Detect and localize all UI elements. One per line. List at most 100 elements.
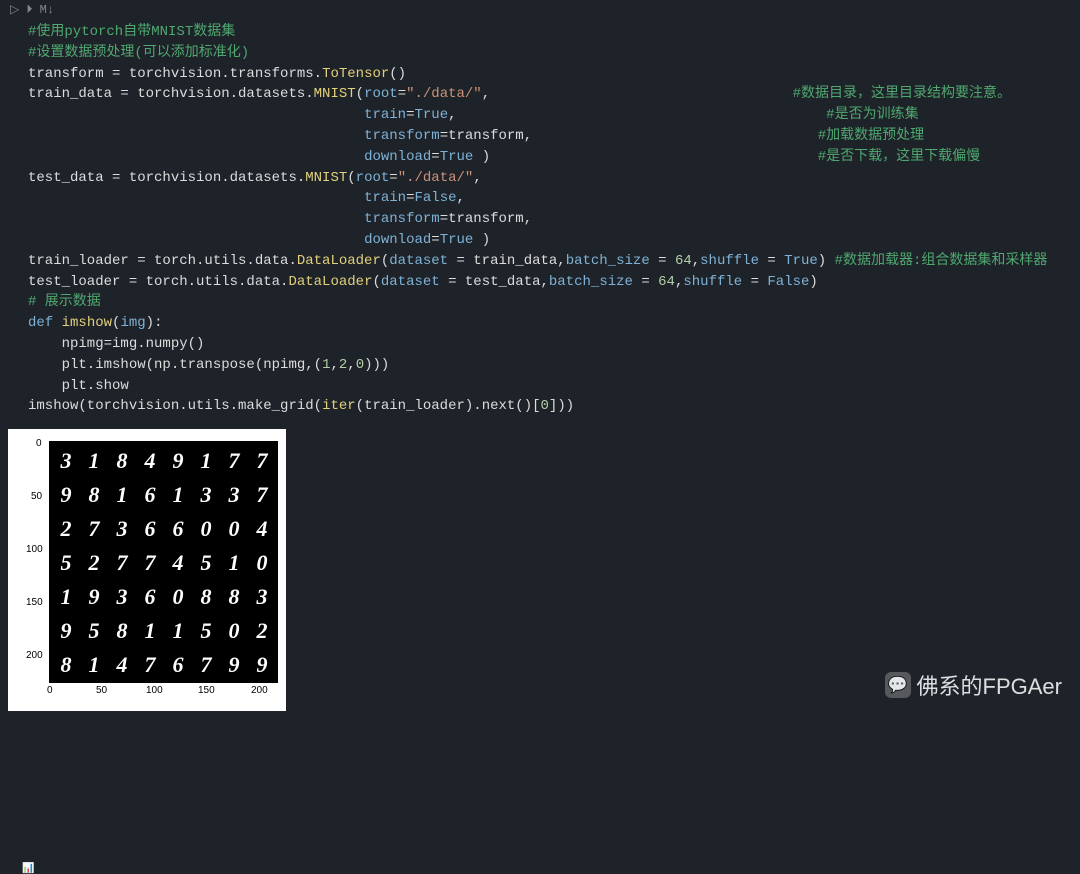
comment: #设置数据预处理(可以添加标准化)	[28, 45, 249, 61]
paren: ]))	[549, 398, 574, 414]
code-line: plt.imshow(np.transpose(npimg,(	[28, 357, 322, 373]
comment: #数据目录，这里目录结构要注意。	[793, 86, 1011, 102]
sp	[53, 315, 61, 331]
mnist-digit: 2	[80, 546, 108, 580]
paren: )	[473, 149, 490, 165]
ytick: 200	[26, 650, 43, 661]
kw: def	[28, 315, 53, 331]
mnist-digit: 7	[80, 512, 108, 546]
mnist-digit: 5	[192, 614, 220, 648]
pad	[28, 107, 364, 123]
kw: download	[364, 232, 431, 248]
paren: (	[372, 274, 380, 290]
comma: ,	[457, 190, 465, 206]
mnist-digit: 3	[248, 580, 276, 614]
mnist-digit: 0	[192, 512, 220, 546]
paren: )	[473, 232, 490, 248]
num: 64	[658, 274, 675, 290]
xtick: 0	[47, 685, 53, 696]
string: "./data/"	[406, 86, 482, 102]
kw: shuffle	[683, 274, 742, 290]
paren: ):	[146, 315, 163, 331]
kw: train	[364, 190, 406, 206]
mnist-digit: 2	[248, 614, 276, 648]
watermark: 💬 佛系的FPGAer	[885, 669, 1062, 701]
mnist-digit: 0	[164, 580, 192, 614]
comment: #是否下载，这里下载偏慢	[818, 149, 980, 165]
eq: =	[431, 149, 439, 165]
mnist-digit: 1	[164, 478, 192, 512]
mnist-digit: 3	[220, 478, 248, 512]
eq: = train_data,	[448, 253, 566, 269]
mnist-digit: 1	[164, 614, 192, 648]
xtick: 50	[96, 685, 107, 696]
paren: (	[347, 170, 355, 186]
cell-toolbar[interactable]: ▷ ⏵ M↓	[10, 2, 54, 17]
comma: ,	[473, 170, 481, 186]
mnist-digit: 8	[192, 580, 220, 614]
mnist-digit: 1	[192, 444, 220, 478]
kw: batch_size	[566, 253, 650, 269]
mnist-digit: 4	[164, 546, 192, 580]
chart-icon: 📊	[22, 863, 34, 874]
mnist-digit: 4	[108, 648, 136, 682]
comma: ,	[448, 107, 456, 123]
eq: =transform,	[440, 211, 532, 227]
bool: True	[440, 232, 474, 248]
code-line: train_loader = torch.utils.data.	[28, 253, 297, 269]
code-editor[interactable]: #使用pytorch自带MNIST数据集 #设置数据预处理(可以添加标准化) t…	[0, 0, 1080, 423]
fn: iter	[322, 398, 356, 414]
eq: =	[759, 253, 784, 269]
mnist-digit: 8	[220, 580, 248, 614]
bool: True	[784, 253, 818, 269]
mnist-digit: 7	[220, 444, 248, 478]
eq: =transform,	[440, 128, 532, 144]
mnist-digit: 1	[80, 648, 108, 682]
kw: dataset	[381, 274, 440, 290]
kw: root	[356, 170, 390, 186]
mnist-digit: 3	[108, 512, 136, 546]
mnist-digit: 1	[52, 580, 80, 614]
pad	[28, 211, 364, 227]
mnist-digit: 6	[136, 580, 164, 614]
kw: train	[364, 107, 406, 123]
code-line: test_loader = torch.utils.data.	[28, 274, 288, 290]
ytick: 150	[26, 597, 43, 608]
mnist-digit: 8	[108, 614, 136, 648]
pad	[28, 190, 364, 206]
code-line: plt.show	[28, 378, 129, 394]
code-line: train_data = torchvision.datasets.	[28, 86, 314, 102]
xtick: 200	[251, 685, 268, 696]
mnist-grid: 3184917798161337273660045277451019360883…	[52, 444, 276, 682]
paren: ()	[389, 66, 406, 82]
mnist-digit: 0	[220, 614, 248, 648]
mnist-digit: 2	[52, 512, 80, 546]
arg: img	[120, 315, 145, 331]
kw: root	[364, 86, 398, 102]
mnist-digit: 3	[108, 580, 136, 614]
pad	[28, 232, 364, 248]
paren: (	[356, 86, 364, 102]
fn: MNIST	[314, 86, 356, 102]
code-line: transform = torchvision.transforms.	[28, 66, 322, 82]
kw: download	[364, 149, 431, 165]
mnist-digit: 9	[164, 444, 192, 478]
kw: transform	[364, 211, 440, 227]
comma: ,	[330, 357, 338, 373]
mnist-digit: 1	[220, 546, 248, 580]
mnist-digit: 8	[108, 444, 136, 478]
paren: )	[809, 274, 817, 290]
mnist-digit: 5	[52, 546, 80, 580]
mnist-digit: 3	[52, 444, 80, 478]
mnist-digit: 6	[164, 512, 192, 546]
code-line: test_data = torchvision.datasets.	[28, 170, 305, 186]
code-line: imshow(torchvision.utils.make_grid(	[28, 398, 322, 414]
mnist-digit: 9	[220, 648, 248, 682]
bool: True	[414, 107, 448, 123]
fn: imshow	[62, 315, 112, 331]
fn: DataLoader	[297, 253, 381, 269]
ytick: 0	[36, 438, 42, 449]
comment: #加载数据预处理	[818, 128, 924, 144]
mnist-digit: 7	[136, 648, 164, 682]
eq: =	[431, 232, 439, 248]
